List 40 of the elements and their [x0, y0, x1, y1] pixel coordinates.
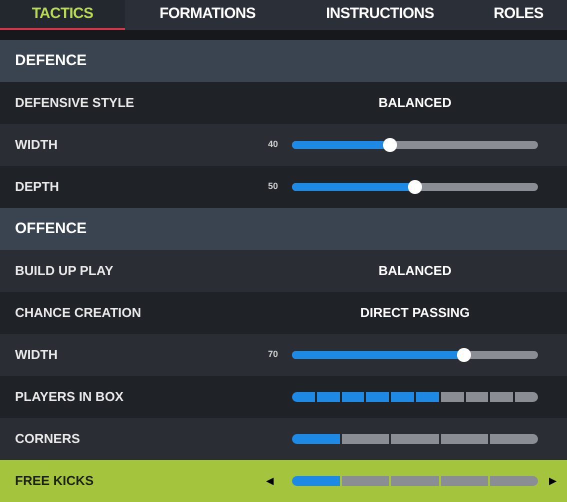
setting-label: CHANCE CREATION — [15, 304, 142, 322]
slider-thumb[interactable] — [383, 138, 398, 152]
slider-thumb[interactable] — [457, 348, 472, 362]
setting-label: BUILD UP PLAY — [15, 262, 114, 280]
slider-thumb[interactable] — [408, 180, 422, 194]
setting-row[interactable]: CORNERS — [0, 418, 567, 460]
section-heading: OFFENCE — [15, 218, 87, 239]
setting-label: DEPTH — [15, 178, 60, 196]
setting-row[interactable]: CHANCE CREATION DIRECT PASSING — [0, 292, 567, 334]
slider-track[interactable] — [292, 183, 538, 191]
setting-label: CORNERS — [15, 430, 80, 448]
slider-track[interactable] — [292, 141, 538, 149]
tab[interactable]: INSTRUCTIONS — [290, 0, 470, 30]
setting-value[interactable]: BALANCED — [292, 93, 538, 113]
tab[interactable]: FORMATIONS — [125, 0, 290, 30]
setting-row[interactable]: BUILD UP PLAY BALANCED — [0, 250, 567, 292]
left-arrow[interactable]: ◀ — [266, 474, 274, 488]
setting-row[interactable]: WIDTH 70 — [0, 334, 567, 376]
setting-label: DEFENSIVE STYLE — [15, 94, 134, 112]
setting-row[interactable]: WIDTH 40 — [0, 124, 567, 166]
slider-reading: 50 — [268, 180, 278, 194]
slider-track[interactable] — [292, 351, 538, 359]
setting-label: WIDTH — [15, 136, 58, 154]
setting-label: PLAYERS IN BOX — [15, 388, 124, 406]
setting-value[interactable]: DIRECT PASSING — [292, 303, 538, 323]
setting-row[interactable]: DEFENSIVE STYLE BALANCED — [0, 82, 567, 124]
segmented-meter[interactable] — [292, 392, 538, 402]
section-heading: DEFENCE — [15, 50, 87, 71]
right-arrow[interactable]: ▶ — [549, 474, 557, 488]
setting-row[interactable]: DEPTH 50 — [0, 166, 567, 208]
tab[interactable]: TACTICS — [0, 0, 125, 30]
tab[interactable]: ROLES — [470, 0, 567, 30]
segmented-meter[interactable] — [292, 434, 538, 444]
slider-reading: 40 — [268, 138, 278, 152]
setting-row[interactable]: FREE KICKS ◀ ▶ — [0, 460, 567, 502]
setting-value[interactable]: BALANCED — [292, 261, 538, 281]
setting-row[interactable]: PLAYERS IN BOX — [0, 376, 567, 418]
slider-reading: 70 — [268, 348, 278, 362]
setting-label: FREE KICKS — [15, 472, 94, 490]
setting-label: WIDTH — [15, 346, 58, 364]
